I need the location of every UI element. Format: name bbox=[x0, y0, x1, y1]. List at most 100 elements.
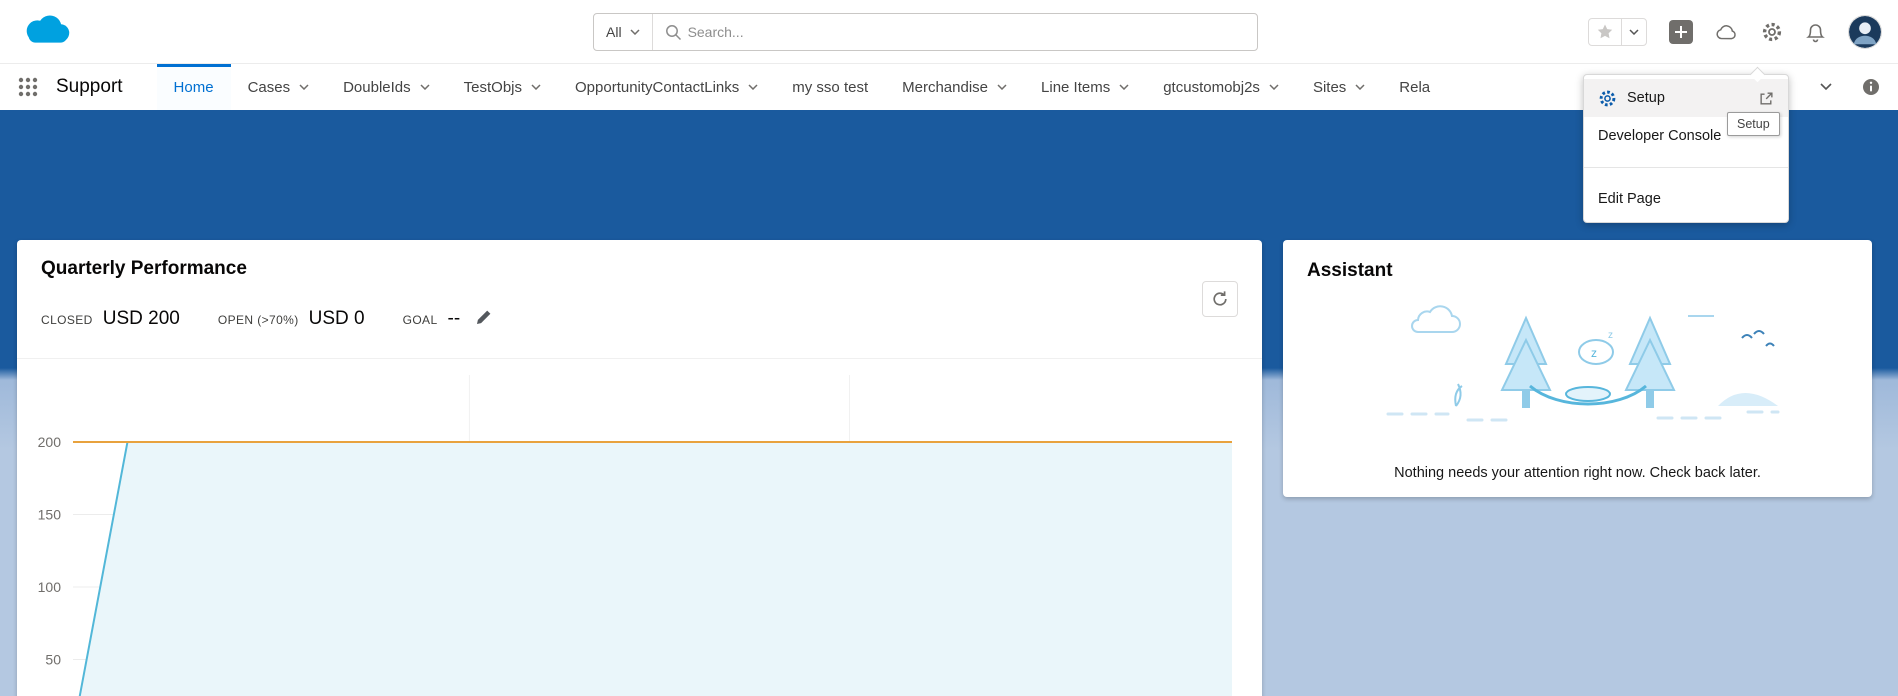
user-avatar-icon bbox=[1849, 15, 1881, 49]
app-launcher-waffle-icon bbox=[17, 76, 39, 98]
tab-label: TestObjs bbox=[464, 79, 522, 96]
favorites-group bbox=[1588, 18, 1647, 46]
search-icon bbox=[665, 24, 682, 41]
stat-label: GOAL bbox=[403, 313, 438, 327]
nav-right-controls bbox=[1820, 64, 1880, 110]
global-header: All bbox=[0, 0, 1898, 64]
favorites-chevron-button[interactable] bbox=[1622, 19, 1646, 45]
performance-card-header: Quarterly Performance CLOSED USD 200 OPEN … bbox=[17, 240, 1262, 359]
chevron-down-icon bbox=[1629, 29, 1639, 35]
tab-opportunitycontactlinks[interactable]: OpportunityContactLinks bbox=[558, 64, 775, 110]
svg-text:200: 200 bbox=[38, 434, 62, 450]
global-search: All bbox=[593, 13, 1258, 51]
quick-create-button[interactable] bbox=[1669, 20, 1693, 44]
info-button[interactable] bbox=[1862, 78, 1880, 96]
nav-overflow-button[interactable] bbox=[1820, 83, 1832, 91]
stat-goal: GOAL -- bbox=[403, 308, 493, 330]
notifications-button[interactable] bbox=[1805, 21, 1826, 43]
chart-area: 050100150200Okt.Nov.Dez. bbox=[23, 363, 1262, 696]
tab-my-sso-test[interactable]: my sso test bbox=[775, 64, 885, 110]
refresh-icon bbox=[1211, 290, 1229, 308]
salesforce-logo bbox=[18, 10, 76, 57]
chevron-down-icon[interactable] bbox=[748, 84, 758, 90]
menu-item-edit-page[interactable]: Edit Page bbox=[1584, 180, 1788, 218]
assistant-empty-message: Nothing needs your attention right now. … bbox=[1283, 465, 1872, 481]
chevron-down-icon[interactable] bbox=[299, 84, 309, 90]
setup-gear-icon bbox=[1598, 89, 1617, 108]
favorites-star-button[interactable] bbox=[1589, 19, 1621, 45]
stat-closed: CLOSED USD 200 bbox=[41, 308, 180, 330]
assistant-card-title: Assistant bbox=[1283, 240, 1872, 282]
search-scope-selector[interactable]: All bbox=[594, 14, 653, 50]
app-name: Support bbox=[56, 64, 157, 110]
chevron-down-icon bbox=[630, 29, 640, 35]
tab-doubleids[interactable]: DoubleIds bbox=[326, 64, 447, 110]
performance-card-title: Quarterly Performance bbox=[41, 258, 1238, 280]
menu-item-label: Edit Page bbox=[1598, 191, 1661, 207]
tab-label: OpportunityContactLinks bbox=[575, 79, 739, 96]
refresh-button[interactable] bbox=[1202, 281, 1238, 317]
nav-tabs: Home Cases DoubleIds TestObjs OpportunityCon… bbox=[157, 64, 1448, 110]
tab-home[interactable]: Home bbox=[157, 64, 231, 110]
assistant-empty-state-illustration: z z bbox=[1283, 294, 1872, 429]
stat-open-70: OPEN (>70%) USD 0 bbox=[218, 308, 365, 330]
stat-value: USD 0 bbox=[309, 308, 365, 330]
chevron-down-icon[interactable] bbox=[420, 84, 430, 90]
tab-label: DoubleIds bbox=[343, 79, 411, 96]
edit-goal-button[interactable] bbox=[476, 309, 492, 330]
svg-text:z: z bbox=[1608, 330, 1613, 341]
performance-chart: 050100150200Okt.Nov.Dez. bbox=[23, 363, 1238, 696]
stat-value: -- bbox=[448, 308, 461, 330]
chevron-down-icon[interactable] bbox=[1119, 84, 1129, 90]
tab-label: Merchandise bbox=[902, 79, 988, 96]
tab-label: Home bbox=[174, 79, 214, 96]
tab-label: Rela bbox=[1399, 79, 1430, 96]
external-link-icon bbox=[1759, 91, 1774, 106]
chevron-down-icon[interactable] bbox=[531, 84, 541, 90]
header-actions bbox=[1588, 0, 1882, 64]
setup-gear-button[interactable] bbox=[1761, 21, 1783, 43]
nav-overflow-chevron-icon bbox=[1820, 83, 1832, 91]
tab-testobjs[interactable]: TestObjs bbox=[447, 64, 558, 110]
stat-value: USD 200 bbox=[103, 308, 180, 330]
tab-merchandise[interactable]: Merchandise bbox=[885, 64, 1024, 110]
tab-gtcustomobj2s[interactable]: gtcustomobj2s bbox=[1146, 64, 1296, 110]
tab-label: Line Items bbox=[1041, 79, 1110, 96]
chevron-down-icon[interactable] bbox=[1269, 84, 1279, 90]
cloud-button[interactable] bbox=[1715, 22, 1739, 42]
tab-label: gtcustomobj2s bbox=[1163, 79, 1260, 96]
tab-cases[interactable]: Cases bbox=[231, 64, 327, 110]
svg-text:50: 50 bbox=[45, 652, 61, 668]
tab-sites[interactable]: Sites bbox=[1296, 64, 1382, 110]
menu-item-label: Developer Console bbox=[1598, 128, 1721, 144]
info-icon bbox=[1862, 78, 1880, 96]
tab-label: Sites bbox=[1313, 79, 1346, 96]
svg-text:100: 100 bbox=[38, 579, 62, 595]
setup-tooltip: Setup bbox=[1727, 112, 1780, 136]
tab-line-items[interactable]: Line Items bbox=[1024, 64, 1146, 110]
chevron-down-icon[interactable] bbox=[997, 84, 1007, 90]
tab-label: Cases bbox=[248, 79, 291, 96]
quarterly-performance-card: Quarterly Performance CLOSED USD 200 OPEN … bbox=[17, 240, 1262, 696]
quick-create-icon bbox=[1669, 20, 1693, 44]
search-scope-label: All bbox=[606, 24, 622, 40]
tab-label: my sso test bbox=[792, 79, 868, 96]
favorites-star-icon bbox=[1596, 23, 1614, 41]
tab-rela[interactable]: Rela bbox=[1382, 64, 1447, 110]
stat-label: CLOSED bbox=[41, 313, 93, 327]
assistant-card: Assistant bbox=[1283, 240, 1872, 497]
svg-text:z: z bbox=[1591, 346, 1597, 360]
menu-item-label: Setup bbox=[1627, 90, 1665, 106]
setup-gear-icon bbox=[1761, 21, 1783, 43]
stat-label: OPEN (>70%) bbox=[218, 313, 299, 327]
cloud-icon bbox=[1715, 22, 1739, 42]
pencil-icon bbox=[476, 309, 492, 325]
chevron-down-icon[interactable] bbox=[1355, 84, 1365, 90]
notifications-bell-icon bbox=[1805, 21, 1826, 43]
setup-dropdown-menu: Setup Developer Console Edit Page bbox=[1583, 74, 1789, 223]
app-launcher-button[interactable] bbox=[0, 64, 56, 110]
svg-text:150: 150 bbox=[38, 507, 62, 523]
search-input[interactable] bbox=[688, 24, 1257, 40]
user-avatar-button[interactable] bbox=[1848, 15, 1882, 49]
performance-stats: CLOSED USD 200 OPEN (>70%) USD 0 GOAL -- bbox=[41, 308, 1238, 330]
